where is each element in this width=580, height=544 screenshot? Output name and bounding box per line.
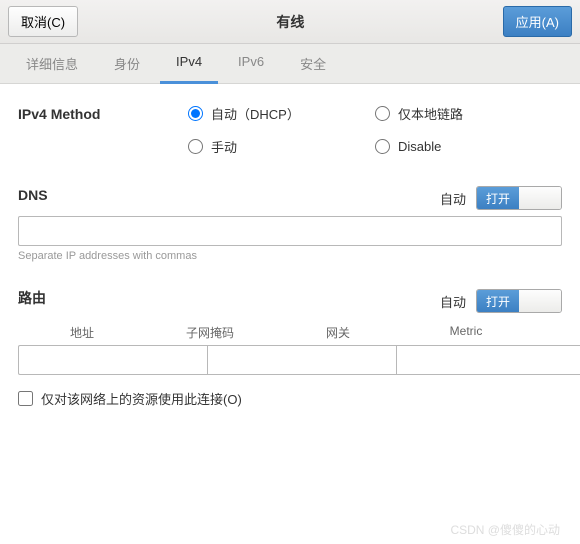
apply-button[interactable]: 应用(A) [503, 6, 572, 37]
radio-manual-label: 手动 [211, 137, 237, 156]
tab-identity[interactable]: 身份 [98, 44, 156, 83]
dns-label: DNS [18, 187, 48, 203]
radio-disable-input[interactable] [375, 139, 390, 154]
tab-content: IPv4 Method 自动（DHCP） 仅本地链路 手动 Disable DN… [0, 84, 580, 428]
local-only-label: 仅对该网络上的资源使用此连接(O) [41, 389, 242, 408]
routes-toggle-on-label: 打开 [477, 290, 519, 312]
dns-toggle-off [519, 187, 561, 209]
ipv4-method-label: IPv4 Method [18, 104, 188, 156]
local-only-checkbox-row[interactable]: 仅对该网络上的资源使用此连接(O) [18, 389, 562, 408]
radio-auto-dhcp-label: 自动（DHCP） [211, 104, 300, 123]
routes-row: ✖ [18, 345, 562, 375]
routes-col-mask: 子网掩码 [146, 324, 274, 341]
routes-auto-label: 自动 [440, 292, 466, 311]
routes-col-gw: 网关 [274, 324, 402, 341]
dns-auto-label: 自动 [440, 189, 466, 208]
ipv4-method-section: IPv4 Method 自动（DHCP） 仅本地链路 手动 Disable [18, 104, 562, 156]
dns-toggle-on-label: 打开 [477, 187, 519, 209]
tab-security[interactable]: 安全 [284, 44, 342, 83]
radio-manual-input[interactable] [188, 139, 203, 154]
tab-ipv4[interactable]: IPv4 [160, 44, 218, 84]
route-gw-input[interactable] [396, 345, 580, 375]
routes-header: 路由 自动 打开 [18, 288, 562, 314]
local-only-checkbox[interactable] [18, 391, 33, 406]
radio-link-local[interactable]: 仅本地链路 [375, 104, 562, 123]
dns-auto-block: 自动 打开 [440, 186, 562, 210]
routes-header-row: 地址 子网掩码 网关 Metric [18, 320, 562, 345]
route-addr-input[interactable] [18, 345, 207, 375]
dns-auto-toggle[interactable]: 打开 [476, 186, 562, 210]
route-mask-input[interactable] [207, 345, 396, 375]
dns-hint: Separate IP addresses with commas [18, 250, 562, 262]
routes-table: 地址 子网掩码 网关 Metric ✖ [18, 320, 562, 375]
routes-col-metric: Metric [402, 324, 530, 341]
dialog-title: 有线 [276, 12, 304, 32]
radio-auto-dhcp[interactable]: 自动（DHCP） [188, 104, 375, 123]
ipv4-method-options: 自动（DHCP） 仅本地链路 手动 Disable [188, 104, 562, 156]
routes-col-addr: 地址 [18, 324, 146, 341]
routes-auto-block: 自动 打开 [440, 289, 562, 313]
radio-auto-dhcp-input[interactable] [188, 106, 203, 121]
radio-link-local-input[interactable] [375, 106, 390, 121]
cancel-button[interactable]: 取消(C) [8, 6, 78, 37]
tab-detail[interactable]: 详细信息 [10, 44, 94, 83]
dialog-header: 取消(C) 有线 应用(A) [0, 0, 580, 44]
radio-disable[interactable]: Disable [375, 137, 562, 156]
routes-toggle-off [519, 290, 561, 312]
routes-label: 路由 [18, 288, 46, 308]
radio-link-local-label: 仅本地链路 [398, 104, 463, 123]
dns-header: DNS 自动 打开 [18, 186, 562, 210]
dns-input[interactable] [18, 216, 562, 246]
radio-disable-label: Disable [398, 139, 441, 154]
tab-bar: 详细信息 身份 IPv4 IPv6 安全 [0, 44, 580, 84]
radio-manual[interactable]: 手动 [188, 137, 375, 156]
watermark: CSDN @傻傻的心动 [450, 521, 560, 538]
routes-auto-toggle[interactable]: 打开 [476, 289, 562, 313]
tab-ipv6[interactable]: IPv6 [222, 44, 280, 83]
